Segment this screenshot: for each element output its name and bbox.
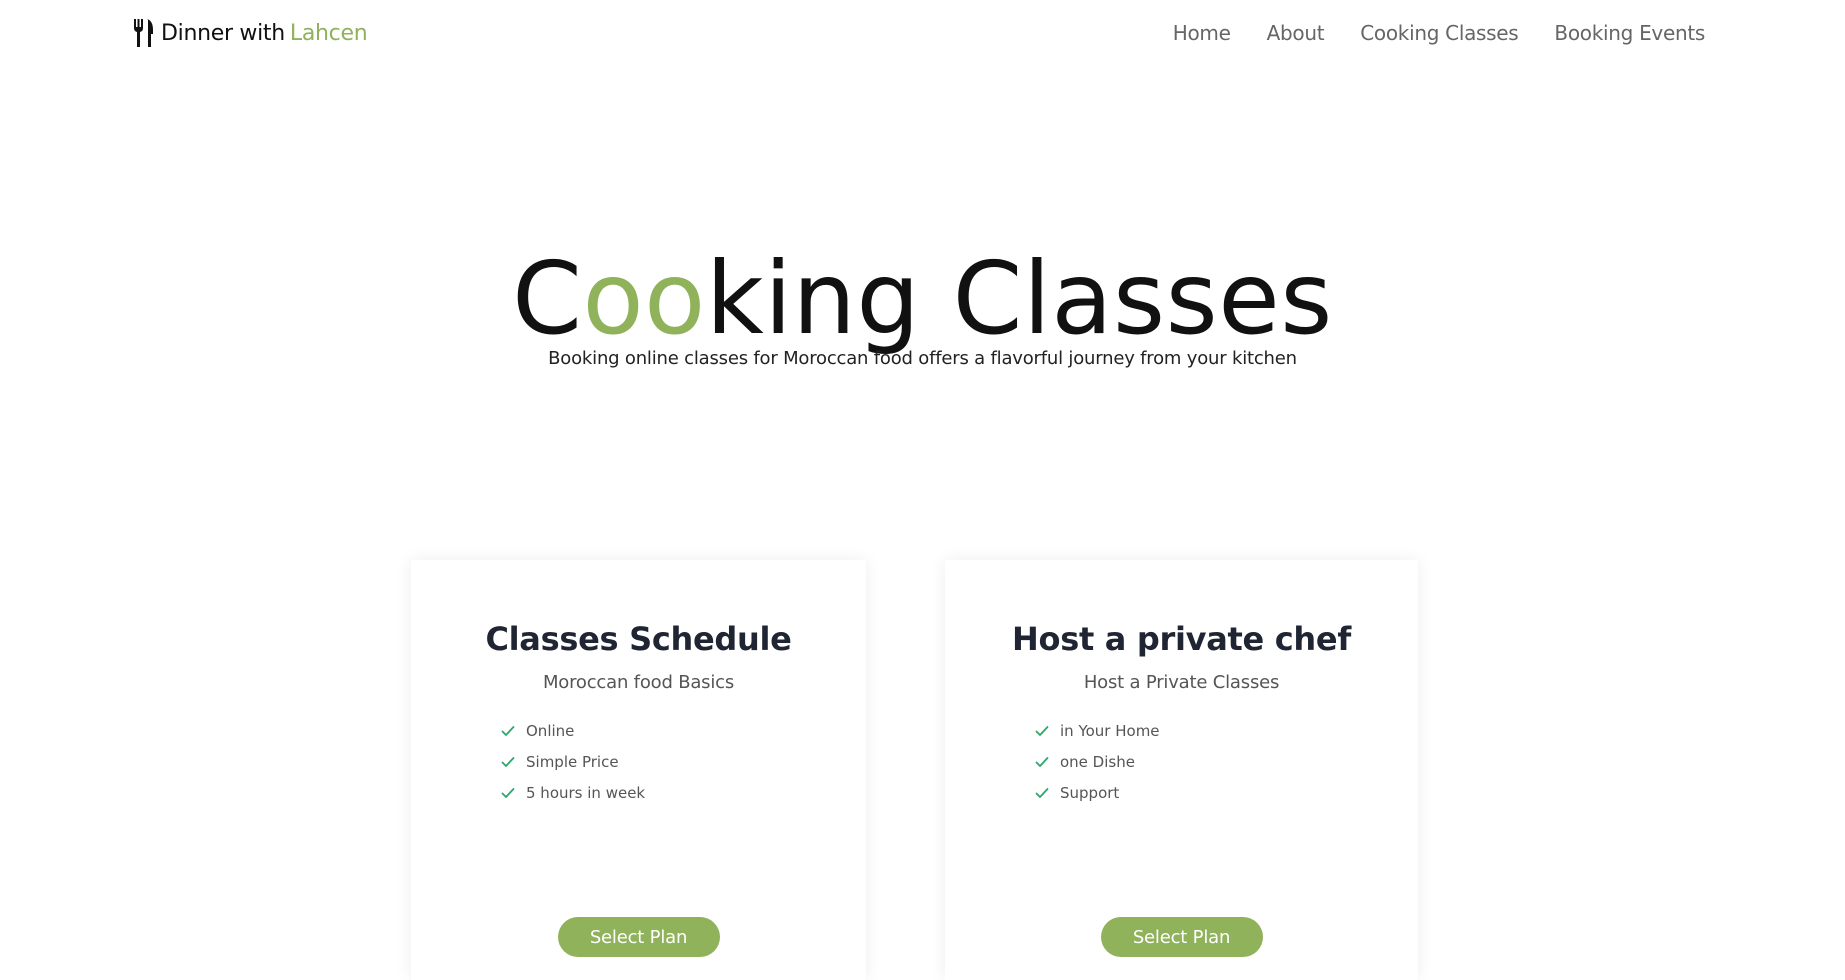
hero-title: Cooking Classes [0,236,1845,362]
plan-feature: Simple Price [501,746,866,777]
check-icon [501,787,515,798]
plan-features: Online Simple Price 5 hours in week [411,715,866,808]
plan-subtitle: Moroccan food Basics [542,672,735,693]
plan-title: Classes Schedule [485,620,792,658]
plan-card-classes-schedule: Classes Schedule Moroccan food Basics On… [411,560,866,980]
nav-link-home[interactable]: Home [1173,21,1231,45]
plan-feature-label: 5 hours in week [526,783,646,802]
brand-logo[interactable]: Dinner with Lahcen [132,18,368,48]
nav-link-cooking-classes[interactable]: Cooking Classes [1360,21,1518,45]
hero-title-start: C [512,240,583,357]
plan-feature-label: one Dishe [1060,752,1135,771]
fork-knife-icon [133,19,153,47]
select-plan-button[interactable]: Select Plan [557,917,720,957]
check-icon [1035,725,1049,736]
check-icon [501,725,515,736]
hero-section: Cooking Classes Booking online classes f… [0,236,1845,383]
plan-feature-label: Online [526,721,575,740]
plan-feature: Support [1035,777,1418,808]
hero-title-end: king Classes [705,240,1333,357]
plan-feature: in Your Home [1035,715,1418,746]
hero-title-accent: oo [582,240,706,357]
hero-subtitle: Booking online classes for Moroccan food… [548,348,1297,369]
select-plan-button[interactable]: Select Plan [1100,917,1263,957]
brand-name-accent: Lahcen [289,20,368,46]
plan-feature-label: Simple Price [526,752,619,771]
plan-feature-label: in Your Home [1060,721,1160,740]
plan-feature: one Dishe [1035,746,1418,777]
plan-feature: Online [501,715,866,746]
plan-feature-label: Support [1060,783,1120,802]
plan-feature: 5 hours in week [501,777,866,808]
plan-card-private-chef: Host a private chef Host a Private Class… [945,560,1418,980]
plan-subtitle: Host a Private Classes [1083,672,1280,693]
nav-link-about[interactable]: About [1267,21,1325,45]
nav-links: Home About Cooking Classes Booking Event… [1173,21,1706,45]
plan-features: in Your Home one Dishe Support [945,715,1418,808]
plan-title: Host a private chef [1012,620,1351,658]
check-icon [501,756,515,767]
nav-link-booking-events[interactable]: Booking Events [1554,21,1705,45]
navbar: Dinner with Lahcen Home About Cooking Cla… [0,0,1845,66]
check-icon [1035,787,1049,798]
check-icon [1035,756,1049,767]
brand-name: Dinner with [161,20,285,46]
